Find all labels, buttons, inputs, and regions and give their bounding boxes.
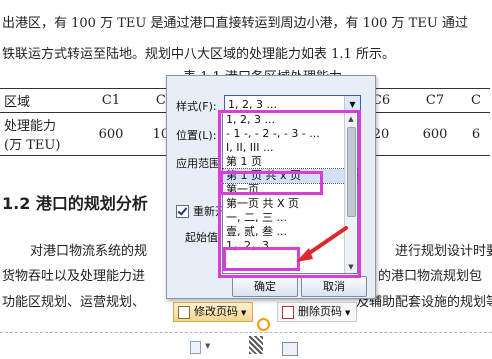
style-option[interactable]: I, II, III ...: [223, 141, 357, 155]
scroll-up-icon[interactable]: ▲: [345, 113, 357, 125]
table-cell: 600: [408, 112, 462, 156]
cancel-button[interactable]: 取消: [301, 276, 367, 297]
document-line-1: 出港区，有 100 万 TEU 是通过港口直接转运到周边小港，有 100 万 T…: [2, 16, 468, 31]
style-label: 样式(F):: [176, 100, 217, 113]
page-icon[interactable]: [190, 341, 201, 354]
start-value-label: 起始值: [185, 231, 218, 244]
edit-page-number-icon: [178, 305, 190, 319]
list-scrollbar[interactable]: ▲ ▼: [344, 113, 357, 273]
style-option[interactable]: 1，2，3 ...: [223, 239, 357, 253]
table-header-cell: 区域: [0, 88, 84, 113]
move-handle-icon[interactable]: [249, 336, 263, 354]
anchor-circle-icon[interactable]: [257, 318, 270, 331]
delete-page-number-icon: [282, 305, 294, 319]
table-cell: 600: [84, 112, 138, 156]
checkbox-checked-icon[interactable]: [176, 204, 189, 218]
chevron-down-icon[interactable]: ▼: [205, 342, 210, 350]
paragraph-line-3: 功能区规划、运营规划、: [2, 295, 146, 310]
paragraph-line-1-end: 进行规划设计时要: [395, 244, 492, 259]
apply-range-label: 应用范围: [176, 157, 220, 170]
style-dropdown-list[interactable]: 1, 2, 3 ... - 1 -, - 2 -, - 3 - ... I, I…: [222, 112, 358, 274]
paragraph-line-2: 货物吞吐以及处理能力进: [2, 269, 146, 284]
table-header-cell: C7: [408, 88, 462, 113]
document-line-2: 铁联运方式转运至陆地。规划中八大区域的处理能力如表 1.1 所示。: [2, 47, 395, 62]
modify-page-number-button[interactable]: 修改页码 ▼: [173, 302, 254, 322]
style-option[interactable]: - 1 -, - 2 -, - 3 - ...: [223, 127, 357, 141]
modify-page-number-label: 修改页码: [194, 305, 238, 318]
chevron-down-icon[interactable]: ▼: [344, 96, 360, 113]
scroll-down-icon[interactable]: ▼: [345, 261, 357, 273]
chevron-down-icon: ▼: [241, 309, 247, 317]
delete-page-number-label: 删除页码: [298, 305, 342, 318]
table-header-cell: C1: [84, 88, 138, 113]
restart-numbering-option[interactable]: 重新开: [176, 203, 226, 219]
ok-button[interactable]: 确定: [232, 276, 298, 297]
section-heading: 1.2 港口的规划分析: [2, 194, 148, 213]
style-option[interactable]: 第 1 页: [223, 155, 357, 169]
header-divider: [0, 332, 492, 333]
scrollbar-thumb[interactable]: [347, 127, 356, 217]
position-label: 位置(L):: [176, 129, 217, 142]
style-option[interactable]: 壹, 贰, 叁 ...: [223, 225, 357, 239]
style-select-value: 1, 2, 3 ...: [228, 98, 277, 111]
layout-box-icon[interactable]: [282, 342, 298, 356]
style-option[interactable]: 第一页 共 X 页: [223, 197, 357, 211]
table-cell: 6: [462, 112, 490, 156]
paragraph-line-1: 对港口物流系统的规: [30, 244, 148, 259]
delete-page-number-button[interactable]: 删除页码 ▼: [277, 302, 358, 322]
page-number-toolbar: 修改页码 ▼ 删除页码 ▼: [170, 300, 492, 322]
style-option-selected[interactable]: 第 1 页 共 x 页: [222, 168, 358, 184]
style-option[interactable]: 第一页: [223, 183, 357, 197]
chevron-down-icon: ▼: [345, 309, 351, 317]
style-option[interactable]: 1, 2, 3 ...: [223, 113, 357, 127]
table-header-cell: C: [462, 88, 490, 113]
table-cell: 处理能力 (万 TEU): [0, 112, 84, 156]
style-option[interactable]: 一, 二, 三 ...: [223, 211, 357, 225]
paragraph-line-2-end: 的港口物流规划包: [378, 269, 483, 284]
